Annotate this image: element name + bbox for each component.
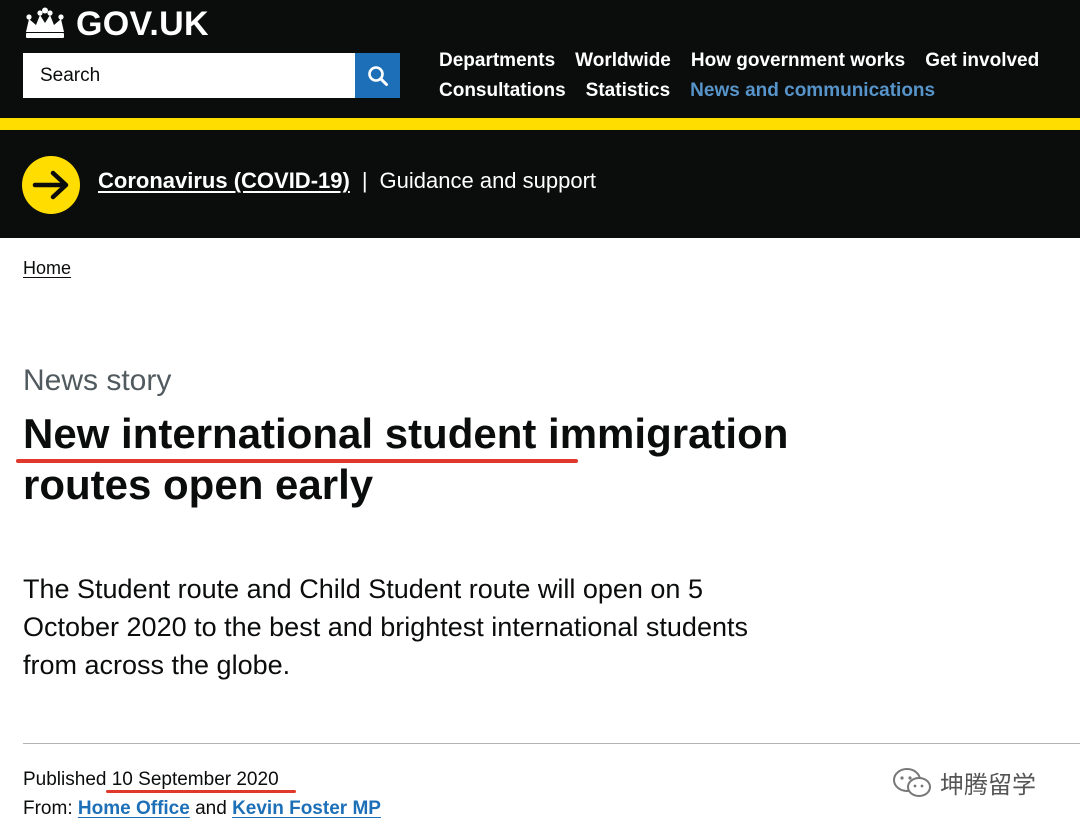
banner-guidance-text: Guidance and support — [379, 168, 597, 193]
logo-text: GOV.UK — [76, 4, 209, 43]
search-icon — [367, 65, 388, 86]
nav-statistics[interactable]: Statistics — [586, 76, 670, 106]
published-date: 10 September 2020 — [111, 769, 279, 790]
article-metadata: Published 10 September 2020 From: Home O… — [23, 765, 381, 823]
date-highlight-underline — [106, 790, 296, 793]
from-label: From: — [23, 798, 73, 819]
govuk-logo[interactable]: GOV.UK — [22, 4, 209, 44]
nav-row-1: Departments Worldwide How government wor… — [439, 46, 1069, 76]
banner-text: Coronavirus (COVID-19) | Guidance and su… — [98, 168, 596, 194]
breadcrumb-home[interactable]: Home — [23, 258, 71, 279]
page: GOV.UK Departments Worldwide How governm… — [0, 0, 1080, 832]
site-header: GOV.UK Departments Worldwide How governm… — [0, 0, 1080, 118]
page-caption: News story — [23, 364, 172, 397]
search-button[interactable] — [355, 53, 400, 98]
banner-separator: | — [361, 168, 368, 193]
nav-worldwide[interactable]: Worldwide — [575, 46, 671, 76]
nav-consultations[interactable]: Consultations — [439, 76, 566, 106]
main-nav: Departments Worldwide How government wor… — [439, 46, 1069, 106]
lead-paragraph: The Student route and Child Student rout… — [23, 574, 748, 680]
metadata-divider — [23, 743, 1080, 744]
watermark-text: 坤腾留学 — [940, 772, 1036, 799]
header-accent-bar — [0, 118, 1080, 130]
crown-icon — [26, 7, 64, 38]
covid-banner: Coronavirus (COVID-19) | Guidance and su… — [0, 130, 1080, 238]
watermark: 坤腾留学 — [892, 765, 1036, 800]
covid-link[interactable]: Coronavirus (COVID-19) — [98, 168, 350, 194]
nav-departments[interactable]: Departments — [439, 46, 555, 76]
search-bar — [23, 53, 400, 98]
and-text: and — [195, 798, 227, 819]
nav-news-and-communications[interactable]: News and communications — [690, 76, 935, 106]
title-highlight-underline — [16, 459, 578, 463]
arrow-right-circle-icon — [22, 156, 80, 214]
search-input[interactable] — [23, 53, 355, 98]
nav-get-involved[interactable]: Get involved — [925, 46, 1039, 76]
published-label: Published — [23, 769, 107, 790]
nav-how-government-works[interactable]: How government works — [691, 46, 905, 76]
from-line: From: Home Office and Kevin Foster MP — [23, 794, 381, 823]
nav-row-2: Consultations Statistics News and commun… — [439, 76, 1069, 106]
chat-bubbles-icon — [893, 767, 931, 797]
from-person-link[interactable]: Kevin Foster MP — [232, 798, 381, 819]
from-org-link[interactable]: Home Office — [78, 798, 190, 819]
